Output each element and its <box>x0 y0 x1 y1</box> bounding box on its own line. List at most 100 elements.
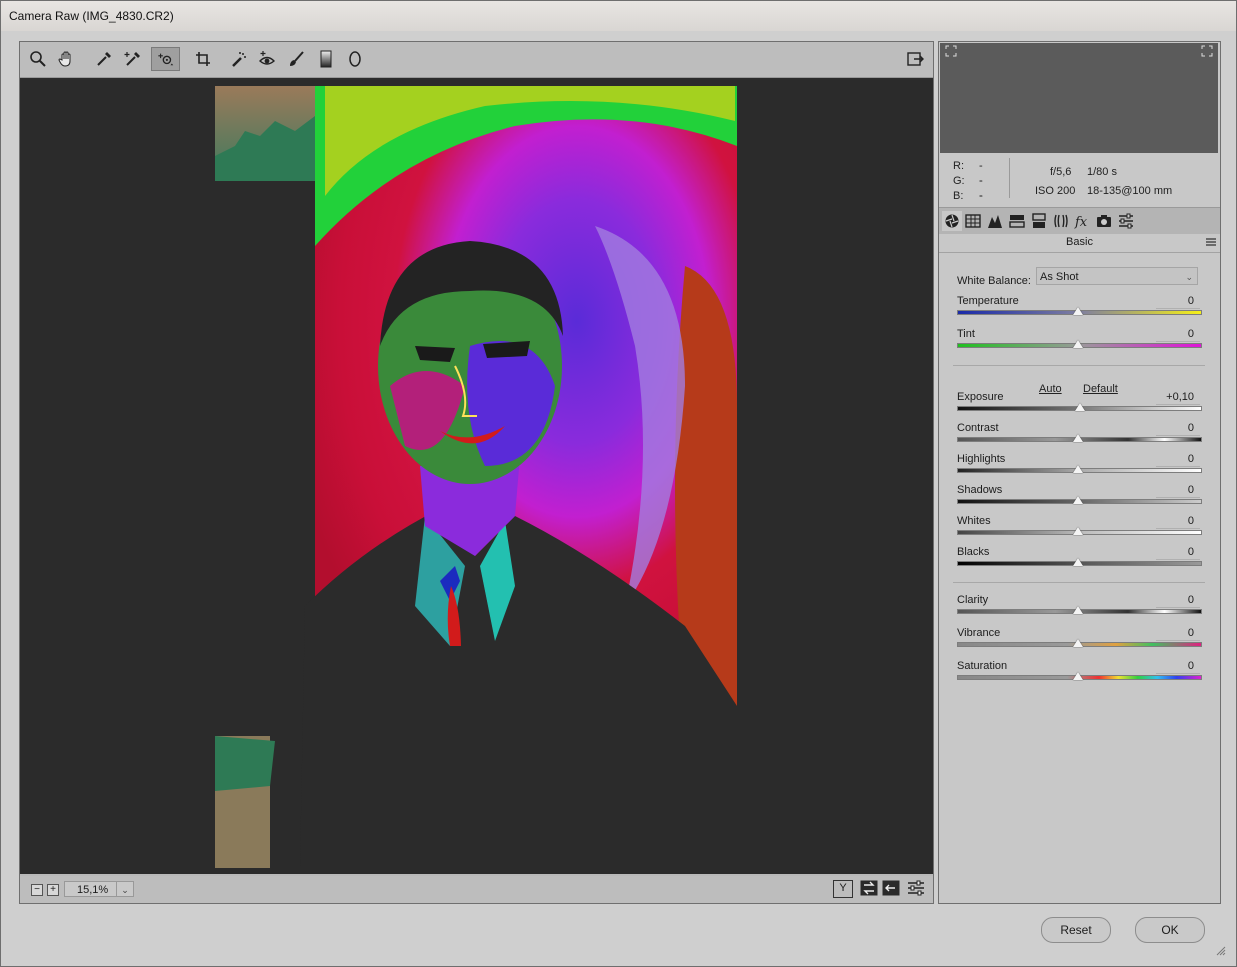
exif-shutter: 1/80 s <box>1087 166 1117 178</box>
slider-label: Tint <box>957 328 975 340</box>
shadow-clipping-warning-icon[interactable] <box>945 45 957 57</box>
white-balance-select[interactable]: As Shot ⌄ <box>1036 267 1198 285</box>
slider-value[interactable]: 0 <box>1156 295 1200 309</box>
chevron-down-icon: ⌄ <box>116 882 133 896</box>
highlight-clipping-warning-icon[interactable] <box>1201 45 1213 57</box>
slider-label: Exposure <box>957 391 1004 403</box>
exif-aperture: f/5,6 <box>1050 166 1072 178</box>
tab-basic-icon[interactable] <box>942 211 962 231</box>
whites-slider[interactable]: Whites 0 <box>957 515 1202 545</box>
red-eye-removal-tool-icon[interactable] <box>254 47 280 71</box>
slider-thumb[interactable] <box>1073 434 1083 442</box>
graduated-filter-tool-icon[interactable] <box>313 47 339 71</box>
slider-value[interactable]: 0 <box>1156 515 1200 529</box>
panel-header: Basic <box>939 234 1220 253</box>
tab-tone-curve-icon[interactable] <box>963 211 983 231</box>
slider-label: Whites <box>957 515 991 527</box>
slider-value[interactable]: 0 <box>1156 453 1200 467</box>
slider-label: Highlights <box>957 453 1006 465</box>
tab-hsl-icon[interactable] <box>1007 211 1027 231</box>
zoom-tool-icon[interactable] <box>25 47 51 71</box>
tab-split-toning-icon[interactable] <box>1029 211 1049 231</box>
hand-tool-icon[interactable] <box>54 47 80 71</box>
blacks-slider[interactable]: Blacks 0 <box>957 546 1202 576</box>
slider-value[interactable]: 0 <box>1156 627 1200 641</box>
zoom-out-button[interactable]: − <box>31 884 43 896</box>
title-bar[interactable]: Camera Raw (IMG_4830.CR2) <box>1 1 1236 31</box>
r-label: R: <box>953 160 964 172</box>
group-divider <box>953 365 1205 366</box>
readout-divider <box>1009 158 1010 198</box>
photo-preview <box>215 86 737 868</box>
before-after-toggle-button[interactable]: Y <box>833 880 853 898</box>
slider-value[interactable]: 0 <box>1156 660 1200 674</box>
copy-settings-icon[interactable] <box>882 880 900 896</box>
histogram <box>940 43 1218 153</box>
tab-camera-calibration-icon[interactable] <box>1094 211 1114 231</box>
slider-thumb[interactable] <box>1073 606 1083 614</box>
slider-value[interactable]: +0,10 <box>1156 391 1200 405</box>
tool-bar <box>20 42 933 78</box>
slider-value[interactable]: 0 <box>1156 422 1200 436</box>
shadows-slider[interactable]: Shadows 0 <box>957 484 1202 514</box>
saturation-slider[interactable]: Saturation 0 <box>957 660 1202 690</box>
image-preview-canvas[interactable] <box>20 78 933 874</box>
before-after-label: Y <box>839 882 847 894</box>
zoom-in-button[interactable]: + <box>47 884 59 896</box>
exposure-slider[interactable]: Exposure +0,10 <box>957 391 1202 421</box>
slider-thumb[interactable] <box>1075 403 1085 411</box>
slider-thumb[interactable] <box>1073 465 1083 473</box>
g-label: G: <box>953 175 965 187</box>
zoom-level-select[interactable]: 15,1% ⌄ <box>64 881 134 897</box>
crop-tool-icon[interactable] <box>190 47 216 71</box>
tab-lens-corrections-icon[interactable] <box>1051 211 1071 231</box>
slider-thumb[interactable] <box>1073 639 1083 647</box>
exif-lens: 18-135@100 mm <box>1087 185 1173 197</box>
slider-value[interactable]: 0 <box>1156 484 1200 498</box>
open-preferences-icon[interactable] <box>902 47 928 71</box>
tab-effects-icon[interactable]: fx <box>1072 211 1092 231</box>
ok-button[interactable]: OK <box>1135 917 1205 943</box>
swap-settings-icon[interactable] <box>860 880 878 896</box>
targeted-adjustment-tool-icon[interactable] <box>151 47 180 71</box>
tab-presets-icon[interactable] <box>1116 211 1136 231</box>
vibrance-slider[interactable]: Vibrance 0 <box>957 627 1202 657</box>
tint-slider[interactable]: Tint 0 <box>957 328 1202 358</box>
white-balance-tool-icon[interactable] <box>91 47 117 71</box>
panel-menu-icon[interactable] <box>1206 236 1216 246</box>
slider-value[interactable]: 0 <box>1156 546 1200 560</box>
highlights-slider[interactable]: Highlights 0 <box>957 453 1202 483</box>
slider-thumb[interactable] <box>1073 496 1083 504</box>
exif-iso: ISO 200 <box>1035 185 1076 197</box>
temperature-slider[interactable]: Temperature 0 <box>957 295 1202 325</box>
slider-label: Contrast <box>957 422 999 434</box>
resize-grip-icon[interactable] <box>1216 945 1226 956</box>
color-sampler-tool-icon[interactable] <box>120 47 146 71</box>
dialog-client-area: − + 15,1% ⌄ Y R: --- G: -- B: - f/5,6 1/… <box>8 31 1229 958</box>
svg-text:fx: fx <box>1074 215 1088 229</box>
slider-value[interactable]: 0 <box>1156 328 1200 342</box>
clarity-slider[interactable]: Clarity 0 <box>957 594 1202 624</box>
slider-thumb[interactable] <box>1073 307 1083 315</box>
white-balance-value: As Shot <box>1040 271 1079 283</box>
slider-value[interactable]: 0 <box>1156 594 1200 608</box>
reset-button[interactable]: Reset <box>1041 917 1111 943</box>
slider-thumb[interactable] <box>1073 672 1083 680</box>
status-bar: − + 15,1% ⌄ Y <box>20 876 933 903</box>
tab-detail-icon[interactable] <box>985 211 1005 231</box>
spot-removal-tool-icon[interactable] <box>226 47 252 71</box>
slider-thumb[interactable] <box>1073 558 1083 566</box>
toggle-settings-icon[interactable] <box>907 880 925 896</box>
adjustments-panel: R: --- G: --- B: --- f/5,6 1/80 s ISO 20… <box>938 41 1221 904</box>
adjustment-brush-tool-icon[interactable] <box>283 47 309 71</box>
slider-thumb[interactable] <box>1073 340 1083 348</box>
slider-thumb[interactable] <box>1073 527 1083 535</box>
panel-title: Basic <box>1066 236 1093 248</box>
panel-tabs: fx <box>939 207 1220 234</box>
contrast-slider[interactable]: Contrast 0 <box>957 422 1202 452</box>
radial-filter-tool-icon[interactable] <box>342 47 368 71</box>
preview-pane: − + 15,1% ⌄ Y <box>19 41 934 904</box>
slider-label: Saturation <box>957 660 1008 672</box>
slider-label: Temperature <box>957 295 1019 307</box>
window-title: Camera Raw (IMG_4830.CR2) <box>9 9 174 23</box>
